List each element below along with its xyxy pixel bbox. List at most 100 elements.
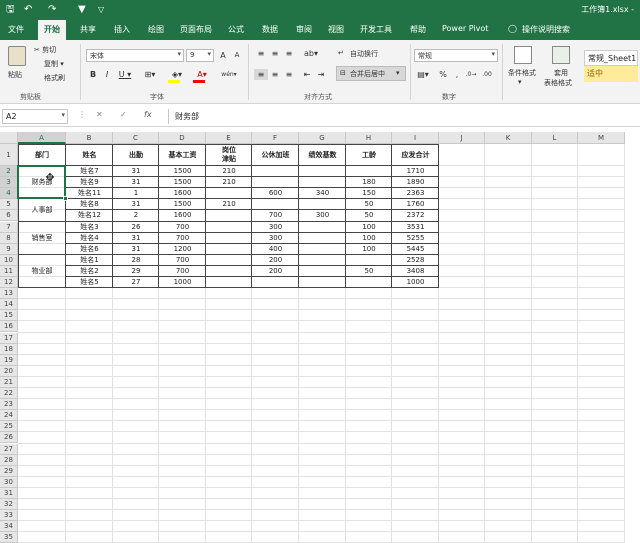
border-icon[interactable]: ⊞▾ bbox=[140, 69, 160, 80]
table-cell[interactable]: 31 bbox=[113, 199, 159, 210]
row-header[interactable]: 13 bbox=[0, 288, 18, 300]
conditional-format-button[interactable]: 条件格式 bbox=[508, 68, 536, 78]
table-cell[interactable]: 28 bbox=[113, 255, 159, 266]
increase-indent-icon[interactable]: ⇥ bbox=[314, 69, 328, 80]
bold-button[interactable]: B bbox=[86, 69, 100, 80]
orientation-icon[interactable]: ab▾ bbox=[302, 48, 320, 59]
table-cell[interactable]: 5445 bbox=[392, 244, 439, 255]
table-cell[interactable]: 100 bbox=[346, 244, 392, 255]
table-cell[interactable]: 1 bbox=[113, 188, 159, 199]
row-header[interactable]: 14 bbox=[0, 299, 18, 311]
column-header[interactable]: H bbox=[346, 132, 392, 144]
undo-icon[interactable]: ↶ bbox=[24, 3, 32, 17]
tab-page-layout[interactable]: 页面布局 bbox=[180, 24, 212, 35]
style-normal-sheet[interactable]: 常规_Sheet1 bbox=[584, 50, 638, 66]
table-cell[interactable] bbox=[252, 177, 299, 188]
tab-power-pivot[interactable]: Power Pivot bbox=[442, 24, 488, 33]
column-header[interactable]: J bbox=[439, 132, 485, 144]
enter-icon[interactable]: ✓ bbox=[120, 110, 127, 119]
row-header[interactable]: 11 bbox=[0, 265, 18, 277]
comma-button[interactable]: , bbox=[450, 69, 464, 80]
font-name-select[interactable]: 宋体 ▾ bbox=[86, 49, 184, 62]
wrap-text-button[interactable]: 自动换行 bbox=[350, 49, 378, 59]
table-cell[interactable]: 27 bbox=[113, 277, 159, 288]
table-cell[interactable]: 700 bbox=[252, 210, 299, 221]
align-bottom-icon[interactable]: ≡ bbox=[282, 48, 296, 59]
table-cell[interactable] bbox=[299, 255, 346, 266]
table-cell[interactable]: 31 bbox=[113, 233, 159, 244]
tab-draw[interactable]: 绘图 bbox=[148, 24, 164, 35]
table-format-icon[interactable] bbox=[552, 46, 570, 64]
table-cell[interactable]: 340 bbox=[299, 188, 346, 199]
header-cell[interactable]: 绩效基数 bbox=[299, 144, 346, 166]
redo-icon[interactable]: ↷ bbox=[48, 3, 56, 17]
decrease-indent-icon[interactable]: ⇤ bbox=[300, 69, 314, 80]
tab-review[interactable]: 审阅 bbox=[296, 24, 312, 35]
department-cell[interactable]: 人事部 bbox=[18, 199, 66, 221]
table-cell[interactable]: 姓名9 bbox=[66, 177, 113, 188]
row-header[interactable]: 29 bbox=[0, 465, 18, 477]
table-cell[interactable]: 700 bbox=[159, 255, 206, 266]
table-cell[interactable]: 210 bbox=[206, 166, 252, 177]
table-cell[interactable]: 600 bbox=[252, 188, 299, 199]
header-cell[interactable]: 应发合计 bbox=[392, 144, 439, 166]
align-middle-icon[interactable]: ≡ bbox=[268, 48, 282, 59]
department-cell[interactable]: 销售室 bbox=[18, 222, 66, 255]
save-icon[interactable]: 🖫 bbox=[6, 3, 15, 17]
decrease-decimal-icon[interactable]: .00 bbox=[480, 69, 494, 80]
table-cell[interactable]: 1600 bbox=[159, 210, 206, 221]
name-box[interactable]: A2 ▾ bbox=[2, 109, 68, 124]
table-cell[interactable]: 400 bbox=[252, 244, 299, 255]
table-cell[interactable]: 200 bbox=[252, 266, 299, 277]
table-cell[interactable]: 100 bbox=[346, 233, 392, 244]
table-cell[interactable]: 姓名1 bbox=[66, 255, 113, 266]
column-header[interactable]: D bbox=[159, 132, 206, 144]
table-cell[interactable]: 180 bbox=[346, 177, 392, 188]
table-cell[interactable]: 31 bbox=[113, 177, 159, 188]
column-header[interactable]: G bbox=[299, 132, 346, 144]
copy-button[interactable]: 复制 ▾ bbox=[44, 59, 64, 69]
table-cell[interactable]: 1500 bbox=[159, 177, 206, 188]
select-all-corner[interactable] bbox=[0, 132, 18, 144]
table-cell[interactable]: 700 bbox=[159, 222, 206, 233]
row-header[interactable]: 6 bbox=[0, 210, 18, 222]
table-cell[interactable]: 2363 bbox=[392, 188, 439, 199]
row-header[interactable]: 18 bbox=[0, 343, 18, 355]
table-cell[interactable]: 50 bbox=[346, 210, 392, 221]
header-cell[interactable]: 部门 bbox=[18, 144, 66, 166]
cancel-icon[interactable]: ✕ bbox=[96, 110, 103, 119]
tab-file[interactable]: 文件 bbox=[8, 24, 24, 35]
column-header[interactable]: E bbox=[206, 132, 252, 144]
table-cell[interactable]: 29 bbox=[113, 266, 159, 277]
table-cell[interactable]: 姓名5 bbox=[66, 277, 113, 288]
font-size-select[interactable]: 9 ▾ bbox=[186, 49, 214, 62]
tab-home[interactable]: 开始 bbox=[38, 20, 66, 40]
align-center-icon[interactable]: ≡ bbox=[268, 69, 282, 80]
row-header[interactable]: 17 bbox=[0, 332, 18, 344]
row-header[interactable]: 3 bbox=[0, 177, 18, 189]
table-cell[interactable] bbox=[206, 188, 252, 199]
row-header[interactable]: 16 bbox=[0, 321, 18, 333]
table-cell[interactable]: 300 bbox=[299, 210, 346, 221]
shrink-font-icon[interactable]: A bbox=[230, 50, 244, 61]
tab-data[interactable]: 数据 bbox=[262, 24, 278, 35]
grow-font-icon[interactable]: A bbox=[216, 50, 230, 61]
table-cell[interactable]: 26 bbox=[113, 222, 159, 233]
row-header[interactable]: 23 bbox=[0, 399, 18, 411]
table-cell[interactable]: 1890 bbox=[392, 177, 439, 188]
increase-decimal-icon[interactable]: .0→ bbox=[464, 69, 478, 80]
row-header[interactable]: 19 bbox=[0, 354, 18, 366]
table-cell[interactable]: 3531 bbox=[392, 222, 439, 233]
align-top-icon[interactable]: ≡ bbox=[254, 48, 268, 59]
cond-format-dropdown-icon[interactable]: ▾ bbox=[518, 78, 522, 86]
row-header[interactable]: 22 bbox=[0, 388, 18, 400]
align-right-icon[interactable]: ≡ bbox=[282, 69, 296, 80]
table-cell[interactable] bbox=[252, 199, 299, 210]
paste-icon[interactable] bbox=[8, 46, 26, 66]
table-cell[interactable] bbox=[252, 166, 299, 177]
row-header[interactable]: 31 bbox=[0, 487, 18, 499]
table-cell[interactable] bbox=[346, 277, 392, 288]
row-header[interactable]: 30 bbox=[0, 476, 18, 488]
table-cell[interactable] bbox=[299, 244, 346, 255]
table-cell[interactable]: 700 bbox=[159, 233, 206, 244]
